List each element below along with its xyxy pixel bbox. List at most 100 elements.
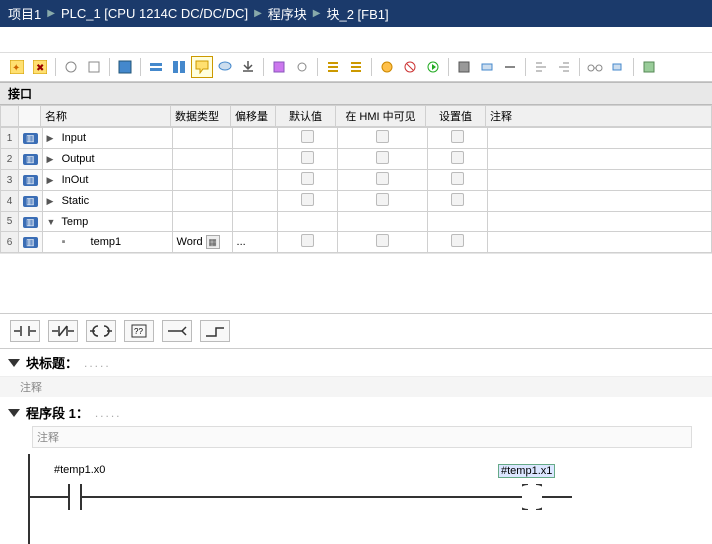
box-icon[interactable]: ?? [124,320,154,342]
network-title-value[interactable]: ..... [95,406,122,420]
list-2-icon[interactable] [345,56,367,78]
tool-icon[interactable] [60,56,82,78]
checkbox[interactable] [301,234,314,247]
var-badge-icon: ▥ [23,196,38,207]
coil[interactable] [522,484,542,510]
tool-purple-icon[interactable] [268,56,290,78]
breadcrumb-block[interactable]: 块_2 [FB1] [326,4,388,23]
checkbox[interactable] [451,130,464,143]
tool-icon[interactable] [291,56,313,78]
col-name[interactable]: 名称 [41,106,171,127]
network-label: 程序段 1： [26,403,89,422]
var-badge-icon: ▥ [23,133,38,144]
coil-icon[interactable] [86,320,116,342]
breadcrumb-project[interactable]: 项目1 [8,4,41,23]
checkbox[interactable] [376,193,389,206]
checkbox[interactable] [301,193,314,206]
col-comment[interactable]: 注释 [486,106,712,127]
table-row[interactable]: 4▥▶ Static [1,191,712,212]
no-contact[interactable] [68,484,82,510]
col-default[interactable]: 默认值 [276,106,336,127]
block-comment[interactable]: 注释 [0,377,712,397]
checkbox[interactable] [451,172,464,185]
glasses-icon[interactable] [584,56,606,78]
var-name[interactable]: temp1 [69,236,122,248]
checkbox[interactable] [451,234,464,247]
checkbox[interactable] [376,151,389,164]
network-header: 程序段 1： ..... [0,397,712,424]
col-offset[interactable]: 偏移量 [231,106,276,127]
var-name[interactable]: Input [62,132,86,144]
ladder-toolbar: ?? [0,313,712,349]
table-row[interactable]: 1▥▶ Input [1,128,712,149]
expand-icon[interactable]: ▶ [47,196,59,207]
var-name[interactable]: Output [62,153,95,165]
tool-icon[interactable] [476,56,498,78]
download-icon[interactable] [237,56,259,78]
table-row[interactable]: 6▥ ▪ temp1Word ▦... [1,232,712,253]
nc-contact-icon[interactable] [48,320,78,342]
col-setval[interactable]: 设置值 [426,106,486,127]
disk-icon[interactable] [453,56,475,78]
table-row[interactable]: 3▥▶ InOut [1,170,712,191]
checkbox[interactable] [376,130,389,143]
table-row[interactable]: 5▥▼ Temp [1,212,712,232]
view-1-icon[interactable] [145,56,167,78]
checkbox[interactable] [301,172,314,185]
checkbox[interactable] [451,151,464,164]
col-hmi[interactable]: 在 HMI 中可见 [336,106,426,127]
ladder-network[interactable]: #temp1.x0 #temp1.x1 [28,454,692,544]
block-title-row: 块标题： ..... [0,349,712,377]
branch-close-icon[interactable] [200,320,230,342]
indent-in-icon[interactable] [553,56,575,78]
col-dtype[interactable]: 数据类型 [171,106,231,127]
network-comment[interactable]: 注释 [32,426,692,448]
var-badge-icon: ▥ [23,154,38,165]
settings-icon[interactable] [638,56,660,78]
breadcrumb-sep: ▶ [313,8,321,19]
checkbox[interactable] [451,193,464,206]
contact-tag[interactable]: #temp1.x0 [54,464,105,476]
checkbox[interactable] [301,130,314,143]
comment-icon[interactable] [191,56,213,78]
expand-icon[interactable]: ▶ [47,175,59,186]
expand-icon[interactable]: ▶ [47,154,59,165]
view-2-icon[interactable] [168,56,190,78]
expand-icon[interactable]: ▼ [47,217,59,227]
checkbox[interactable] [376,234,389,247]
monitor-on-icon[interactable] [376,56,398,78]
chat-icon[interactable] [214,56,236,78]
var-name[interactable]: Temp [61,216,88,228]
table-row[interactable]: 2▥▶ Output [1,149,712,170]
block-title-value[interactable]: ..... [84,356,111,370]
list-1-icon[interactable] [322,56,344,78]
svg-text:??: ?? [134,327,143,336]
tool-icon[interactable] [499,56,521,78]
indent-out-icon[interactable] [530,56,552,78]
tool-icon[interactable] [83,56,105,78]
collapse-triangle-icon[interactable] [8,359,20,367]
dtype-picker-icon[interactable]: ▦ [206,235,220,249]
checkbox[interactable] [376,172,389,185]
tag-icon[interactable] [607,56,629,78]
breadcrumb-plc[interactable]: PLC_1 [CPU 1214C DC/DC/DC] [61,6,248,21]
coil-tag[interactable]: #temp1.x1 [498,464,555,478]
var-name[interactable]: InOut [62,174,89,186]
breadcrumb-sep: ▶ [254,8,262,19]
expand-icon[interactable]: ▶ [47,133,59,144]
var-badge-icon: ▥ [23,217,38,228]
delete-network-icon[interactable]: ✖ [29,56,51,78]
save-icon[interactable] [114,56,136,78]
var-badge-icon: ▥ [23,175,38,186]
breadcrumb-folder[interactable]: 程序块 [268,4,307,23]
no-contact-icon[interactable] [10,320,40,342]
play-icon[interactable] [422,56,444,78]
block-title-label: 块标题： [26,353,78,372]
stop-icon[interactable] [399,56,421,78]
checkbox[interactable] [301,151,314,164]
insert-network-icon[interactable]: ✦ [6,56,28,78]
branch-open-icon[interactable] [162,320,192,342]
var-name[interactable]: Static [62,195,90,207]
var-badge-icon: ▥ [23,237,38,248]
collapse-triangle-icon[interactable] [8,409,20,417]
